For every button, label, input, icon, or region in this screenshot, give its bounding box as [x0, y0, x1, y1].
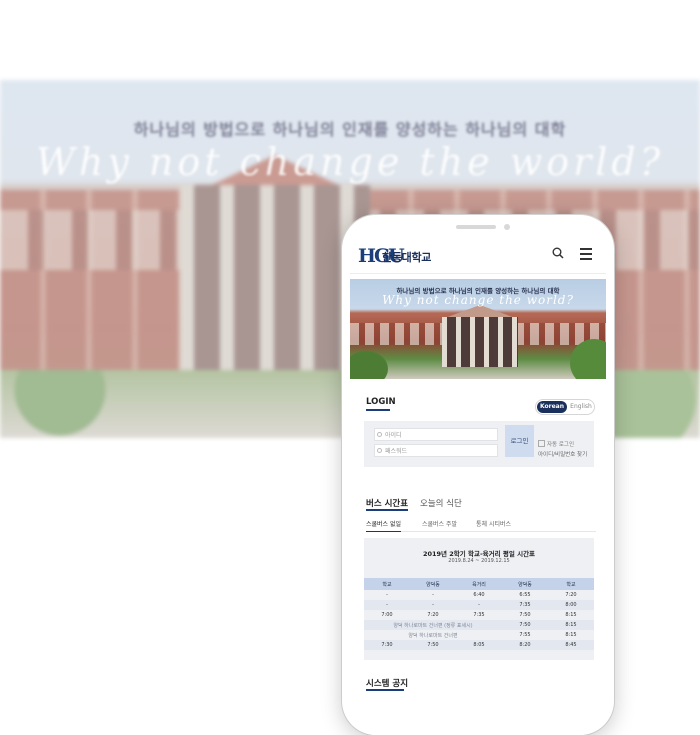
tab-active-underline	[366, 509, 408, 511]
table-cell: 6:55	[519, 592, 531, 598]
table-cell: 7:50	[502, 620, 548, 630]
mobile-screen: HGU 한동대학교 하나님의 방법으로 하나님의 인재를 양성하는 하나님의 대…	[350, 239, 606, 735]
bus-sub-tabs: 스쿨버스 없일 스쿨버스 주말 통체 시티버스	[366, 519, 596, 532]
table-cell: 7:50	[410, 640, 456, 650]
table-cell: -	[432, 592, 434, 598]
phone-speaker	[456, 225, 496, 229]
column-header: 양덕동	[502, 578, 548, 590]
auto-login-checkbox[interactable]: 자동 로그인	[538, 440, 574, 448]
table-cell: 8:20	[502, 640, 548, 650]
checkbox-icon[interactable]	[538, 440, 545, 447]
language-toggle[interactable]: Korean English	[535, 399, 595, 415]
login-heading-underline	[366, 409, 390, 411]
table-cell: 7:35	[473, 612, 485, 618]
login-form: 아이디 패스워드 로그인 자동 로그인 아이디/비밀번호 찾기	[364, 421, 594, 467]
timetable-grid: 학교 양덕동 육거리 양덕동 학교 - - 6:40 6:55 7:20 - -…	[364, 578, 594, 650]
table-cell: -	[364, 600, 410, 610]
table-row: 양덕 하나로마트 건너편 (정류 표세시) 7:50 8:15	[364, 620, 594, 630]
login-heading: LOGIN	[366, 397, 396, 407]
table-cell: 7:50	[519, 612, 531, 618]
table-row: 양덕 하나로마트 건너편 7:55 8:15	[364, 630, 594, 640]
route-note: 양덕 하나로마트 건너편 (정류 표세시)	[364, 620, 502, 630]
table-cell: 7:30	[364, 640, 410, 650]
university-name[interactable]: 한동대학교	[382, 249, 431, 265]
table-cell: 8:15	[548, 620, 594, 630]
table-cell: 7:55	[519, 632, 531, 638]
table-cell: 7:20	[565, 592, 577, 598]
table-cell: 6:40	[473, 592, 485, 598]
password-input-placeholder: 패스워드	[385, 448, 408, 455]
table-cell: -	[386, 592, 388, 598]
table-cell: -	[410, 600, 456, 610]
app-header: HGU 한동대학교	[350, 239, 606, 274]
table-cell: 8:05	[456, 640, 502, 650]
column-header: 학교	[364, 578, 410, 590]
notice-heading-underline	[366, 689, 404, 691]
table-row: 7:30 7:50 8:05 8:20 8:45	[364, 640, 594, 650]
table-row: - - - 7:35 8:00	[364, 600, 594, 610]
column-header: 양덕동	[410, 578, 456, 590]
sub-tab-city-bus[interactable]: 통체 시티버스	[476, 519, 511, 528]
table-row: 7:00 7:20 7:35 7:50 8:15	[364, 610, 594, 620]
auto-login-label: 자동 로그인	[547, 442, 575, 448]
lock-icon	[377, 448, 382, 453]
table-cell: 8:00	[548, 600, 594, 610]
table-cell: 8:15	[565, 632, 577, 638]
column-header: 육거리	[456, 578, 502, 590]
main-banner: 하나님의 방법으로 하나님의 인재를 양성하는 하나님의 대학 Why not …	[350, 279, 606, 379]
hamburger-menu-icon[interactable]	[580, 248, 592, 260]
password-input[interactable]: 패스워드	[374, 444, 498, 457]
tab-today-meal[interactable]: 오늘의 식단	[420, 497, 462, 509]
table-cell: 7:00	[381, 612, 393, 618]
table-cell: 7:35	[502, 600, 548, 610]
login-button[interactable]: 로그인	[505, 425, 534, 457]
phone-camera	[504, 224, 510, 230]
table-header-row: 학교 양덕동 육거리 양덕동 학교	[364, 578, 594, 590]
id-input[interactable]: 아이디	[374, 428, 498, 441]
phone-mockup: HGU 한동대학교 하나님의 방법으로 하나님의 인재를 양성하는 하나님의 대…	[342, 215, 614, 735]
route-note: 양덕 하나로마트 건너편	[408, 632, 458, 639]
bus-timetable: 2019년 2학기 학교-육거리 평일 시간표 2019.8.24 ~ 2019…	[364, 538, 594, 660]
lang-korean-option[interactable]: Korean	[537, 401, 567, 413]
search-icon[interactable]	[552, 247, 564, 259]
find-account-link[interactable]: 아이디/비밀번호 찾기	[538, 450, 587, 458]
tab-bus-schedule[interactable]: 버스 시간표	[366, 497, 408, 509]
table-cell: 8:45	[548, 640, 594, 650]
user-icon	[377, 432, 382, 437]
sub-tab-weekend[interactable]: 스쿨버스 주말	[422, 519, 457, 528]
lang-english-option[interactable]: English	[569, 401, 593, 413]
column-header: 학교	[548, 578, 594, 590]
sub-tab-weekday[interactable]: 스쿨버스 없일	[366, 519, 402, 532]
timetable-title: 2019년 2학기 학교-육거리 평일 시간표	[422, 550, 536, 558]
timetable-period: 2019.8.24 ~ 2019.12.15	[448, 558, 510, 564]
table-cell: -	[456, 600, 502, 610]
system-notice-heading[interactable]: 시스템 공지	[366, 677, 408, 689]
table-row: - - 6:40 6:55 7:20	[364, 590, 594, 600]
table-cell: 7:20	[427, 612, 439, 618]
banner-slogan-english: Why not change the world?	[382, 293, 574, 307]
table-cell: 8:15	[565, 612, 577, 618]
id-input-placeholder: 아이디	[385, 432, 402, 439]
